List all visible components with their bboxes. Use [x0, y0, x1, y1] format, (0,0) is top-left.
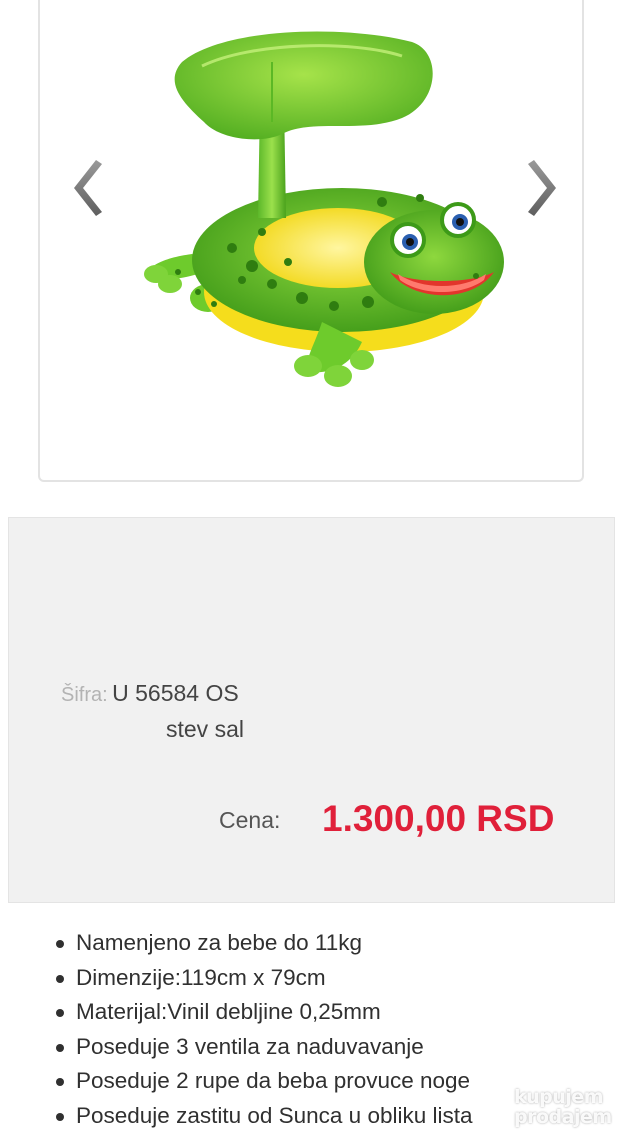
bullet-icon	[56, 940, 64, 948]
sku-label: Šifra:	[61, 684, 108, 706]
chevron-right-icon	[528, 160, 556, 216]
list-item: Materijal:Vinil debljine 0,25mm	[0, 997, 473, 1032]
watermark-logo: kupujem prodajem	[514, 1087, 618, 1133]
bullet-icon	[56, 1112, 64, 1121]
price-value: 1.300,00 RSD	[322, 798, 555, 839]
product-image	[144, 31, 504, 387]
feature-text: Poseduje 2 rupe da beba provuce noge	[76, 1068, 471, 1094]
list-item: Namenjeno za bebe do 11kg	[0, 928, 473, 963]
list-item: Poseduje zastitu od Sunca u obliku lista	[0, 1101, 473, 1136]
watermark-line2: prodajem	[514, 1106, 612, 1128]
feature-text: Namenjeno za bebe do 11kg	[76, 930, 363, 955]
feature-text: Poseduje zastitu od Sunca u obliku lista	[76, 1102, 473, 1128]
feature-text: Dimenzije:119cm x 79cm	[76, 964, 326, 990]
feature-text: Poseduje 3 ventila za naduvavanje	[76, 1033, 424, 1059]
gallery-prev-button[interactable]	[66, 156, 106, 220]
bullet-icon	[56, 1009, 64, 1018]
sku-row: Šifra: U 56584 OS	[61, 680, 239, 707]
list-item: Dimenzije:119cm x 79cm	[0, 963, 473, 998]
seller-name[interactable]: stev sal	[166, 716, 244, 743]
chevron-left-icon	[74, 160, 102, 216]
sku-value: U 56584 OS	[112, 680, 239, 706]
bullet-icon	[56, 1078, 64, 1087]
list-item: Poseduje 2 rupe da beba provuce noge	[0, 1066, 473, 1101]
gallery-next-button[interactable]	[524, 156, 564, 220]
product-image-card	[38, 0, 584, 482]
list-item: Poseduje 3 ventila za naduvavanje	[0, 1032, 473, 1067]
price-label: Cena:	[219, 807, 281, 833]
product-info-panel: Šifra: U 56584 OS stev sal Cena: 1.300,0…	[8, 517, 615, 903]
feature-list: Namenjeno za bebe do 11kg Dimenzije:119c…	[0, 928, 473, 1136]
feature-text: Materijal:Vinil debljine 0,25mm	[76, 999, 381, 1025]
watermark-line1: kupujem	[514, 1086, 604, 1108]
bullet-icon	[56, 974, 64, 983]
bullet-icon	[56, 1043, 64, 1052]
